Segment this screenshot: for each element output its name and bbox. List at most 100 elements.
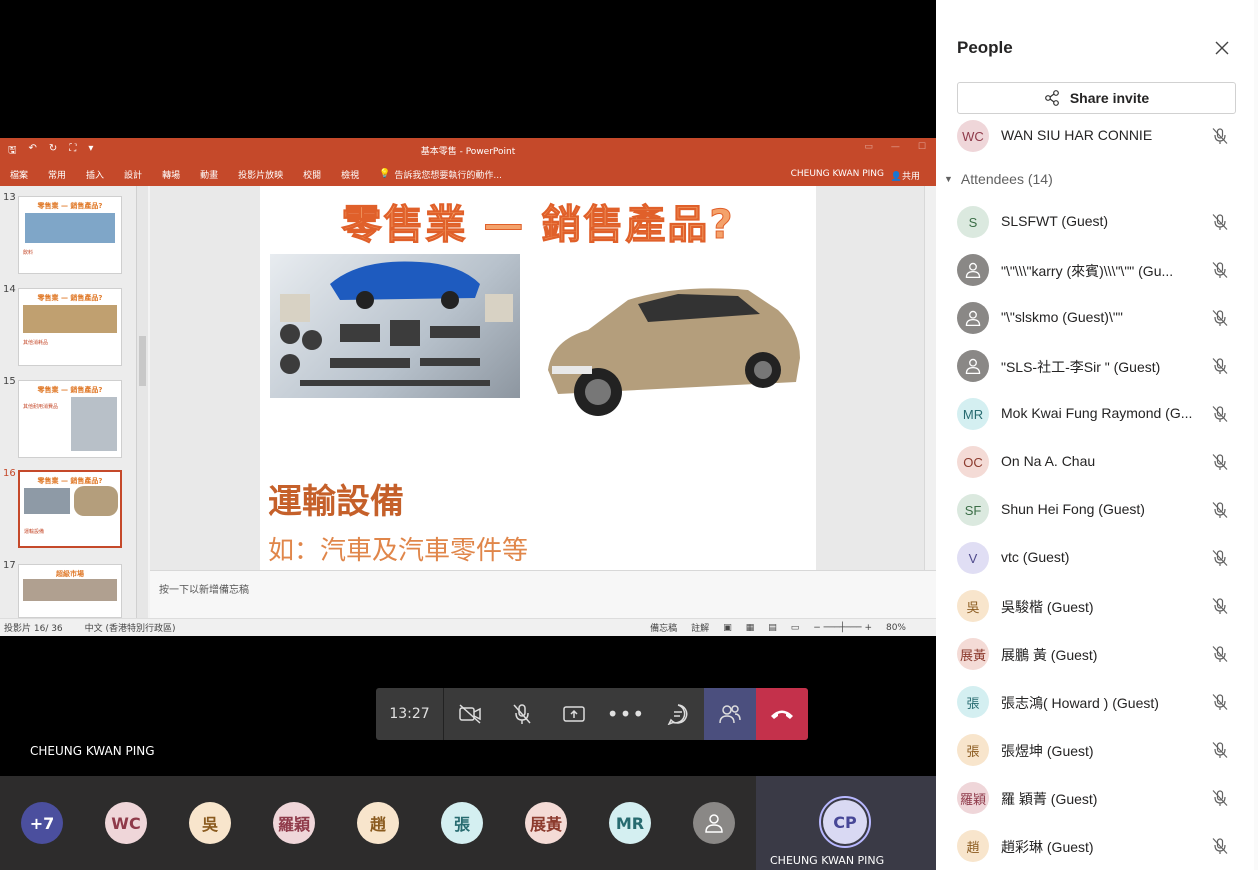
scrollbar-thumb[interactable] <box>139 336 146 386</box>
call-controls: 13:27 ••• <box>376 688 808 740</box>
avatar-initials: 張 <box>966 695 980 711</box>
attendee-item[interactable]: "SLS-社工-李Sir " (Guest) <box>936 342 1258 390</box>
reading-view-icon[interactable]: ▤ <box>768 623 777 633</box>
avatar[interactable]: 趙 <box>357 802 399 844</box>
show-participants-button[interactable] <box>704 688 756 740</box>
avatar-initials: SF <box>964 502 982 518</box>
thumb-image <box>71 397 117 451</box>
attendee-item[interactable]: Vvtc (Guest) <box>936 534 1258 582</box>
self-video-tile[interactable]: CP CHEUNG KWAN PING <box>756 776 936 870</box>
restore-icon[interactable]: ▭ <box>864 142 873 152</box>
avatar[interactable]: 張 <box>441 802 483 844</box>
slide-thumbnail-13[interactable]: 零售業 — 銷售產品? 飲料 <box>18 196 122 274</box>
attendee-item[interactable]: MR Mok Kwai Fung Raymond (G... <box>936 390 1258 438</box>
zoom-slider[interactable]: − ───┼─── + <box>813 623 872 633</box>
slide-thumbnail-14[interactable]: 零售業 — 銷售產品? 其他消耗品 <box>18 288 122 366</box>
sorter-view-icon[interactable]: ▦ <box>746 623 755 633</box>
slide-thumbnail-15[interactable]: 零售業 — 銷售產品? 其他耐用消費品 <box>18 380 122 458</box>
tab-design[interactable]: 設計 <box>124 168 142 181</box>
avatar-initials: OC <box>963 454 983 470</box>
minimize-icon[interactable]: — <box>891 142 900 152</box>
panel-scrollbar[interactable] <box>1254 0 1258 870</box>
attendee-item[interactable]: "\"slskmo (Guest)\"" <box>936 294 1258 342</box>
avatar[interactable]: MR <box>609 802 651 844</box>
more-actions-button[interactable]: ••• <box>600 688 652 740</box>
tab-home[interactable]: 常用 <box>48 168 66 181</box>
attendee-item[interactable]: 羅穎羅 穎菁 (Guest) <box>936 774 1258 822</box>
share-screen-button[interactable] <box>548 688 600 740</box>
camera-off-button[interactable] <box>444 688 496 740</box>
tab-slideshow[interactable]: 投影片放映 <box>238 168 283 181</box>
avatar-initials: 趙 <box>966 839 980 855</box>
comments-toggle[interactable]: 註解 <box>691 621 709 634</box>
tab-animations[interactable]: 動畫 <box>200 168 218 181</box>
avatar[interactable]: 羅穎 <box>273 802 315 844</box>
attendee-item[interactable]: 趙 趙彩琳 (Guest) <box>936 822 1258 870</box>
tab-insert[interactable]: 插入 <box>86 168 104 181</box>
attendee-item[interactable]: 展黃 展鵬 黃 (Guest) <box>936 630 1258 678</box>
self-avatar-ring: CP <box>819 796 871 848</box>
attendee-item[interactable]: "\"\\\"karry (來賓)\\\"\"" (Gu... <box>936 246 1258 294</box>
thumb-title: 零售業 — 銷售產品? <box>37 477 103 485</box>
overflow-participants-avatar[interactable]: +7 <box>21 802 63 844</box>
avatar <box>957 350 989 382</box>
attendee-item[interactable]: 張 張煜坤 (Guest) <box>936 726 1258 774</box>
slide-scrollbar[interactable] <box>924 186 936 570</box>
avatar: S <box>957 206 989 238</box>
avatar-label: 張 <box>453 815 470 834</box>
slide-thumbnail-pane: 13 零售業 — 銷售產品? 飲料 14 零售業 — 銷售產品? 其他消耗品 1… <box>0 186 148 618</box>
self-avatar: CP <box>823 800 867 844</box>
thumb-subtitle: 其他耐用消費品 <box>23 404 59 410</box>
normal-view-icon[interactable]: ▣ <box>723 623 732 633</box>
avatar: V <box>957 542 989 574</box>
tell-me-input[interactable]: 告訴我您想要執行的動作... <box>394 168 502 181</box>
person-icon <box>705 814 723 833</box>
more-icon: ••• <box>606 702 646 726</box>
avatar[interactable]: WC <box>105 802 147 844</box>
people-panel: People Share invite WC WAN SIU HAR CONNI… <box>936 0 1258 870</box>
notes-toggle[interactable]: 備忘稿 <box>650 621 677 634</box>
avatar-initials: 展黃 <box>959 647 986 663</box>
attendees-section-header[interactable]: ▼ Attendees (14) <box>944 171 1053 187</box>
attendee-item[interactable]: 張 張志鴻( Howard ) (Guest) <box>936 678 1258 726</box>
slide-thumbnail-16-selected[interactable]: 零售業 — 銷售產品? 運輸設備 <box>18 470 122 548</box>
slideshow-view-icon[interactable]: ▭ <box>791 623 800 633</box>
avatar[interactable]: 吳 <box>189 802 231 844</box>
avatar: 吳 <box>957 590 989 622</box>
attendee-item[interactable]: 吳 吳駿楷 (Guest) <box>936 582 1258 630</box>
avatar: OC <box>957 446 989 478</box>
mute-button[interactable] <box>496 688 548 740</box>
avatar-initials: WC <box>962 128 984 144</box>
tab-file[interactable]: 檔案 <box>10 168 28 181</box>
language-indicator: 中文 (香港特別行政區) <box>84 624 176 634</box>
avatar: 趙 <box>957 830 989 862</box>
current-slide[interactable]: 零售業 — 銷售產品? 運輸設備 如：汽車及汽車零件等 <box>260 186 816 570</box>
attendee-item[interactable]: OC On Na A. Chau <box>936 438 1258 486</box>
tab-review[interactable]: 校閱 <box>303 168 321 181</box>
call-timer: 13:27 <box>376 688 444 740</box>
chat-icon <box>667 704 688 725</box>
avatar-initials: V <box>968 550 978 566</box>
organizer-item[interactable]: WC WAN SIU HAR CONNIE <box>936 112 1258 160</box>
hang-up-button[interactable] <box>756 688 808 740</box>
person-icon <box>965 262 981 279</box>
thumb-title: 零售業 — 銷售產品? <box>37 386 103 394</box>
close-icon[interactable] <box>1214 40 1230 56</box>
thumbnail-scrollbar[interactable] <box>136 186 148 618</box>
maximize-icon[interactable]: ☐ <box>918 142 926 152</box>
attendee-item[interactable]: S SLSFWT (Guest) <box>936 198 1258 246</box>
tab-transitions[interactable]: 轉場 <box>162 168 180 181</box>
notes-pane[interactable]: 按一下以新增備忘稿 <box>150 570 936 618</box>
attendee-item[interactable]: SF Shun Hei Fong (Guest) <box>936 486 1258 534</box>
mic-off-icon <box>1212 550 1228 566</box>
tab-view[interactable]: 檢視 <box>341 168 359 181</box>
slide-thumbnail-17[interactable]: 超級市場 <box>18 564 122 618</box>
ppt-share-button[interactable]: 👤共用 <box>891 169 920 182</box>
share-invite-button[interactable]: Share invite <box>957 82 1236 114</box>
avatar-label: WC <box>111 813 141 833</box>
avatar[interactable] <box>693 802 735 844</box>
avatar[interactable]: 展黃 <box>525 802 567 844</box>
chat-button[interactable] <box>652 688 704 740</box>
participant-name: 張志鴻( Howard ) (Guest) <box>1001 695 1159 711</box>
zoom-level[interactable]: 80% <box>886 623 906 633</box>
